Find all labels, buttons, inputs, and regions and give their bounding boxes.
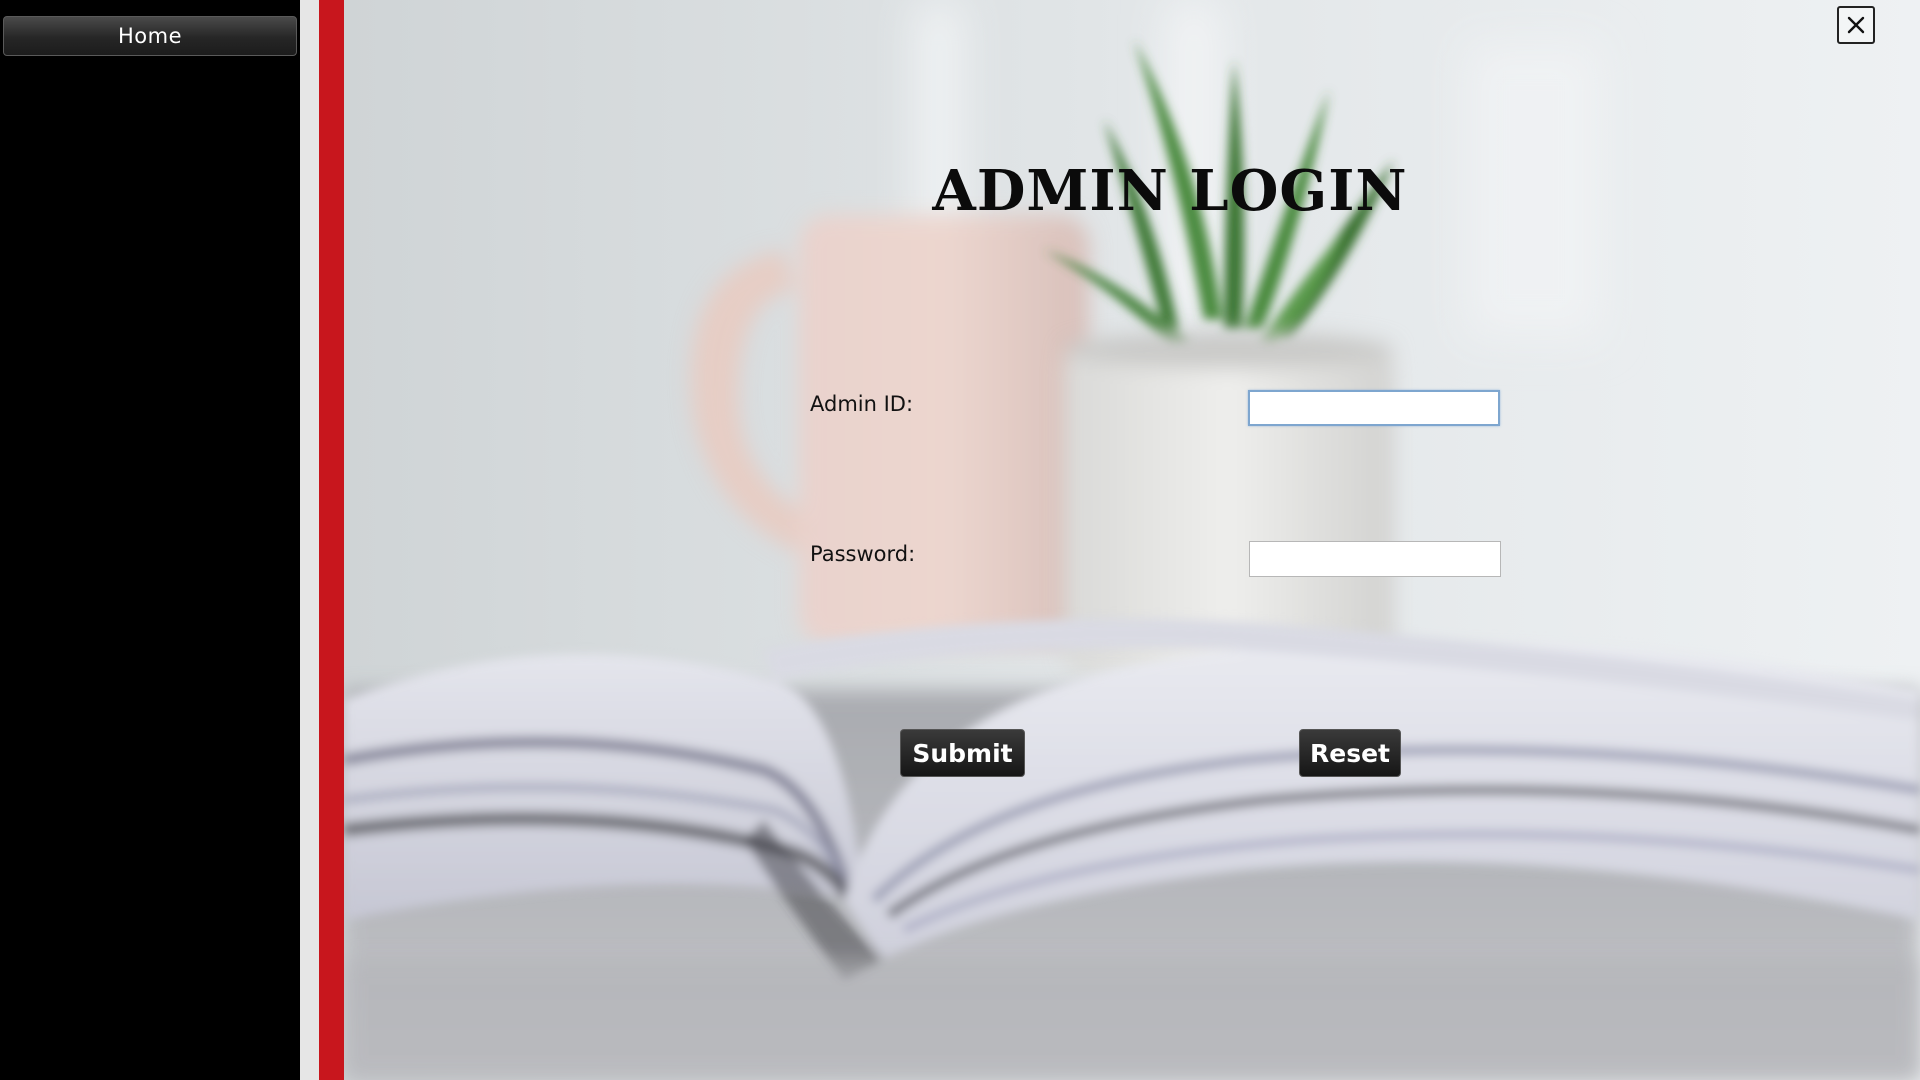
sidebar-divider xyxy=(300,0,319,1080)
home-button[interactable]: Home xyxy=(3,16,297,56)
admin-id-field[interactable] xyxy=(1248,390,1500,426)
admin-id-label: Admin ID: xyxy=(810,392,914,416)
password-label: Password: xyxy=(810,542,916,566)
app-window: Home ADMIN LOGIN Admin ID: Password: Sub… xyxy=(0,0,1920,1080)
sidebar: Home xyxy=(0,0,300,1080)
reset-button[interactable]: Reset xyxy=(1299,729,1401,777)
close-button[interactable] xyxy=(1837,6,1875,44)
accent-stripe xyxy=(319,0,344,1080)
close-icon xyxy=(1847,16,1865,34)
password-field[interactable] xyxy=(1249,541,1501,577)
submit-button[interactable]: Submit xyxy=(900,729,1025,777)
page-title: ADMIN LOGIN xyxy=(932,158,1408,224)
